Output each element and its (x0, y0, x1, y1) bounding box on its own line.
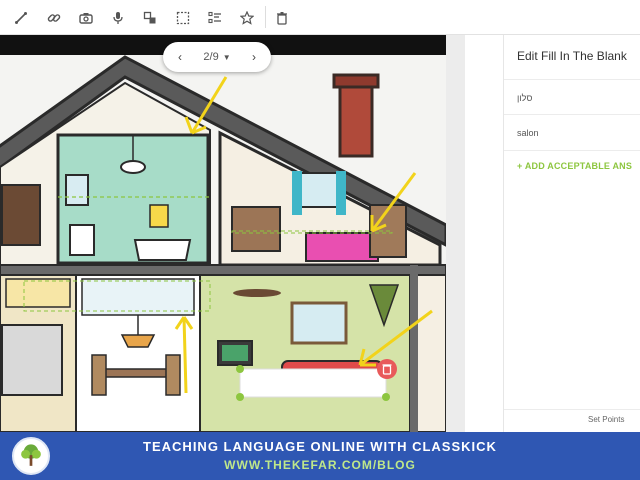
resize-handle[interactable] (236, 393, 244, 401)
shapes-icon (143, 11, 156, 24)
set-points-button[interactable]: Set Points (588, 415, 624, 424)
line-icon (15, 12, 27, 24)
resize-handle[interactable] (236, 365, 244, 373)
answer-text: סלון (517, 93, 533, 103)
star-tool-button[interactable] (237, 8, 257, 28)
trash-icon (377, 359, 397, 379)
answer-text: salon (517, 128, 539, 138)
delete-box-button[interactable] (376, 358, 398, 380)
delete-tool-button[interactable] (272, 8, 292, 28)
edit-panel: Edit Fill In The Blank סלון salon + ADD … (503, 35, 640, 432)
next-page-button[interactable]: › (247, 50, 261, 64)
toolbar-divider (265, 6, 266, 28)
page-count-label: 2/9 (203, 51, 219, 63)
panel-footer: Set Points (504, 409, 640, 432)
fill-in-blank-box[interactable] (232, 361, 397, 401)
list-tool-button[interactable] (205, 8, 225, 28)
shapes-tool-button[interactable] (140, 8, 160, 28)
banner-url[interactable]: WWW.THEKEFAR.COM/BLOG (0, 458, 640, 472)
list-icon (208, 11, 221, 24)
banner-title: TEACHING LANGUAGE ONLINE WITH CLASSKICK (143, 439, 497, 454)
select-box-tool-button[interactable] (173, 8, 193, 28)
camera-icon (79, 13, 93, 24)
microphone-icon (113, 12, 123, 24)
footer-banner: TEACHING LANGUAGE ONLINE WITH CLASSKICK … (0, 432, 640, 480)
answer-row[interactable]: סלון (504, 79, 640, 115)
add-acceptable-answer-button[interactable]: + ADD ACCEPTABLE ANS (517, 161, 632, 171)
worksheet-canvas[interactable]: ‹ 2/9 ▼ › (0, 35, 465, 432)
page-navigator: ‹ 2/9 ▼ › (163, 42, 271, 72)
answer-row[interactable]: salon (504, 115, 640, 151)
page-selector[interactable]: 2/9 ▼ (203, 51, 230, 63)
link-icon (47, 14, 61, 22)
toolbar (0, 0, 640, 35)
camera-tool-button[interactable] (76, 8, 96, 28)
caret-down-icon: ▼ (222, 52, 231, 62)
link-tool-button[interactable] (44, 8, 64, 28)
prev-page-button[interactable]: ‹ (173, 50, 187, 64)
resize-handle[interactable] (382, 393, 390, 401)
panel-title: Edit Fill In The Blank (517, 49, 627, 63)
select-box-icon (176, 11, 190, 25)
line-tool-button[interactable] (11, 8, 31, 28)
star-icon (240, 11, 254, 25)
trash-icon (277, 12, 287, 25)
microphone-tool-button[interactable] (108, 8, 128, 28)
